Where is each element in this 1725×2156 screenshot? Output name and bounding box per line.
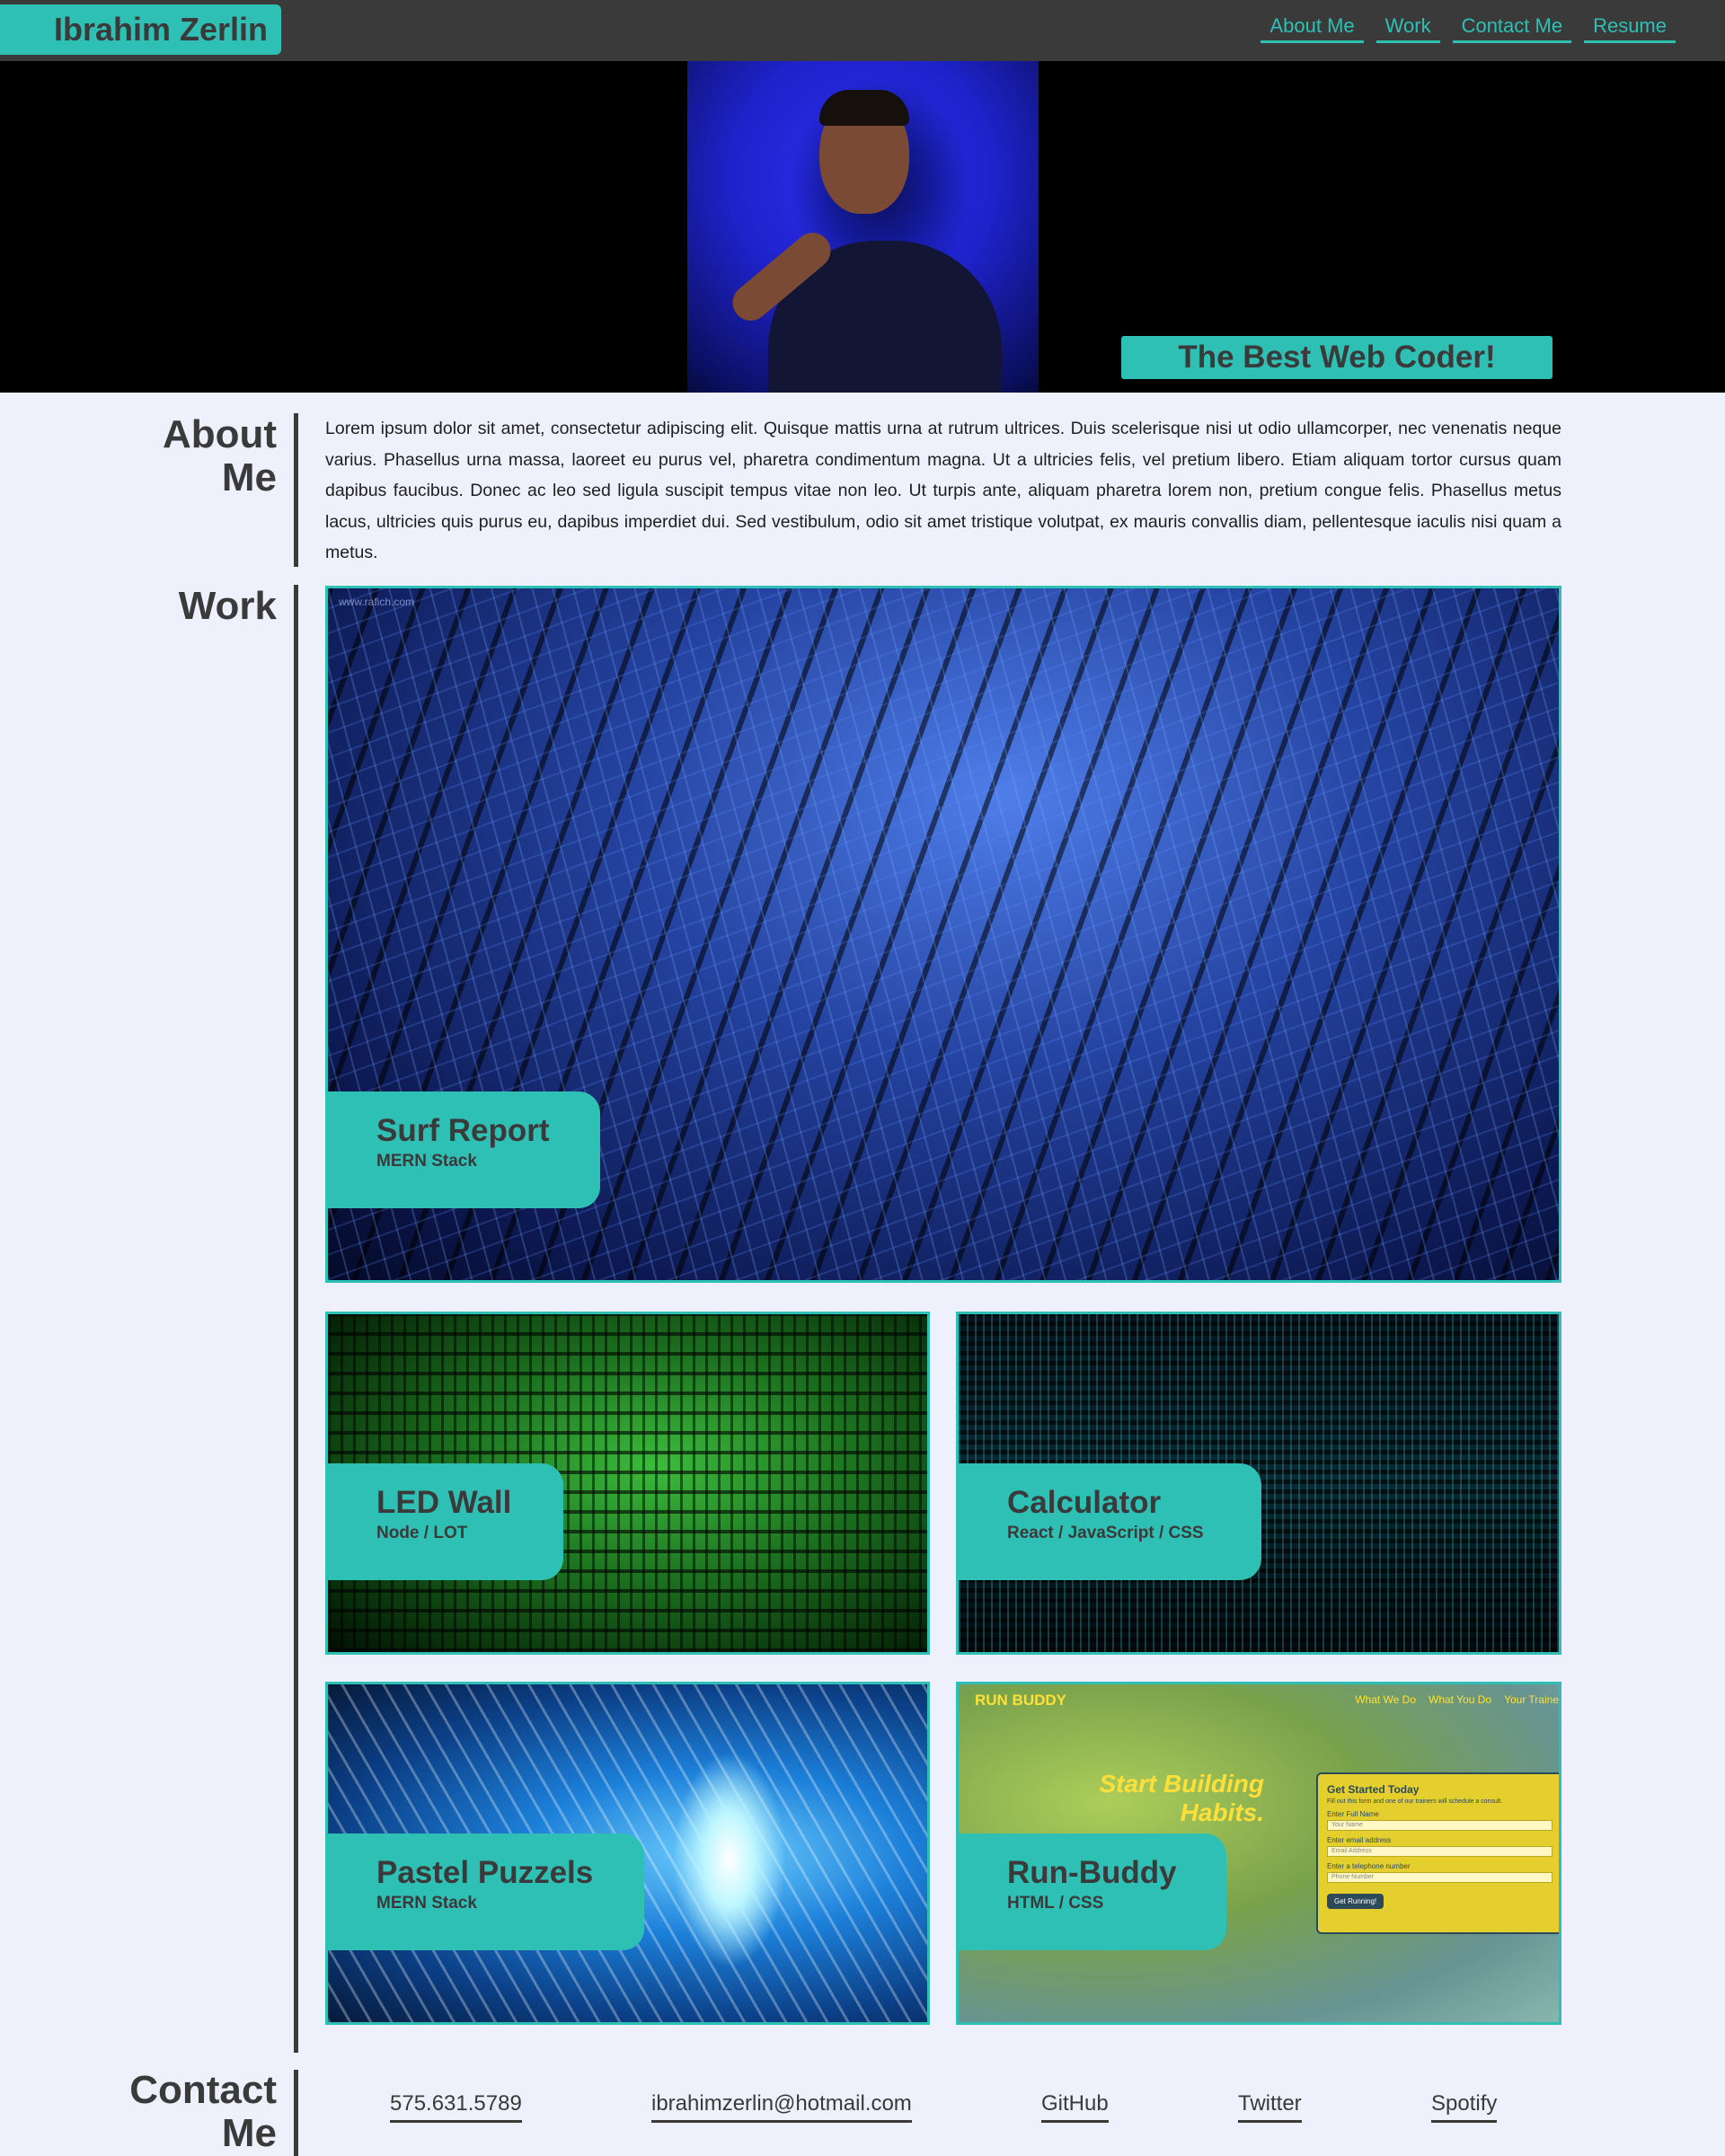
project-title: LED Wall	[376, 1485, 512, 1520]
nav-contact-me[interactable]: Contact Me	[1452, 14, 1572, 43]
project-title: Surf Report	[376, 1113, 550, 1148]
hero-tagline: The Best Web Coder!	[1121, 336, 1552, 379]
run-buddy-nav-item: Your Traine	[1504, 1693, 1559, 1706]
project-label: Surf Report MERN Stack	[328, 1091, 600, 1208]
project-label: Run-Buddy HTML / CSS	[959, 1833, 1226, 1950]
main-nav: About Me Work Contact Me Resume	[1261, 14, 1676, 43]
run-buddy-nav: What We Do What You Do Your Traine	[1355, 1693, 1559, 1706]
run-buddy-field-label: Enter email address	[1327, 1836, 1392, 1844]
project-title: Calculator	[1007, 1485, 1162, 1520]
nav-resume[interactable]: Resume	[1584, 14, 1676, 43]
project-card-run-buddy[interactable]: RUN BUDDY What We Do What You Do Your Tr…	[956, 1682, 1561, 2025]
about-me-text: Lorem ipsum dolor sit amet, consectetur …	[325, 419, 1561, 562]
project-label: Pastel Puzzels MERN Stack	[328, 1833, 644, 1950]
project-card-surf-report[interactable]: www.rafich.com Surf Report MERN Stack	[325, 586, 1561, 1283]
run-buddy-headline: Start Building Habits.	[1099, 1770, 1264, 1826]
project-card-led-wall[interactable]: LED Wall Node / LOT	[325, 1312, 930, 1655]
project-label: Calculator React / JavaScript / CSS	[959, 1463, 1261, 1580]
nav-work[interactable]: Work	[1376, 14, 1440, 43]
run-buddy-field-label: Enter Full Name	[1327, 1810, 1379, 1818]
contact-twitter-link[interactable]: Twitter	[1238, 2091, 1302, 2123]
contact-divider	[294, 2070, 298, 2156]
contact-github-link[interactable]: GitHub	[1041, 2091, 1109, 2123]
run-buddy-field-label: Enter a telephone number	[1327, 1862, 1411, 1870]
work-heading: Work	[178, 584, 277, 628]
run-buddy-field: Email Address	[1327, 1846, 1552, 1857]
hero-banner: The Best Web Coder!	[0, 61, 1725, 393]
work-divider	[294, 585, 298, 2053]
run-buddy-form-subtitle: Fill out this form and one of our traine…	[1327, 1798, 1503, 1805]
project-stack: HTML / CSS	[1007, 1894, 1104, 1913]
photo-hair	[819, 90, 909, 126]
contact-email-link[interactable]: ibrahimzerlin@hotmail.com	[651, 2091, 912, 2123]
project-title: Run-Buddy	[1007, 1855, 1177, 1890]
run-buddy-form-title: Get Started Today	[1327, 1783, 1420, 1796]
project-stack: MERN Stack	[376, 1894, 477, 1913]
contact-me-heading: Contact Me	[129, 2068, 277, 2155]
run-buddy-field: Your Name	[1327, 1820, 1552, 1831]
about-divider	[294, 413, 298, 567]
image-watermark: www.rafich.com	[339, 596, 415, 608]
project-stack: Node / LOT	[376, 1524, 468, 1542]
run-buddy-logo: RUN BUDDY	[975, 1692, 1066, 1709]
nav-about-me[interactable]: About Me	[1261, 14, 1364, 43]
run-buddy-nav-item: What You Do	[1429, 1693, 1492, 1706]
site-title[interactable]: Ibrahim Zerlin	[0, 4, 281, 55]
run-buddy-submit: Get Running!	[1327, 1894, 1384, 1909]
project-card-calculator[interactable]: Calculator React / JavaScript / CSS	[956, 1312, 1561, 1655]
contact-links: 575.631.5789 ibrahimzerlin@hotmail.com G…	[325, 2091, 1561, 2127]
contact-spotify-link[interactable]: Spotify	[1431, 2091, 1498, 2123]
profile-photo	[687, 61, 1039, 393]
site-header: Ibrahim Zerlin About Me Work Contact Me …	[0, 0, 1725, 61]
project-stack: React / JavaScript / CSS	[1007, 1524, 1204, 1542]
run-buddy-nav-item: What We Do	[1355, 1693, 1416, 1706]
about-me-heading: About Me	[162, 412, 277, 499]
run-buddy-form: Get Started Today Fill out this form and…	[1316, 1772, 1559, 1934]
project-label: LED Wall Node / LOT	[328, 1463, 563, 1580]
project-stack: MERN Stack	[376, 1152, 477, 1171]
project-title: Pastel Puzzels	[376, 1855, 594, 1890]
run-buddy-field: Phone Number	[1327, 1872, 1552, 1883]
contact-phone-link[interactable]: 575.631.5789	[390, 2091, 522, 2123]
project-card-pastel-puzzels[interactable]: Pastel Puzzels MERN Stack	[325, 1682, 930, 2025]
